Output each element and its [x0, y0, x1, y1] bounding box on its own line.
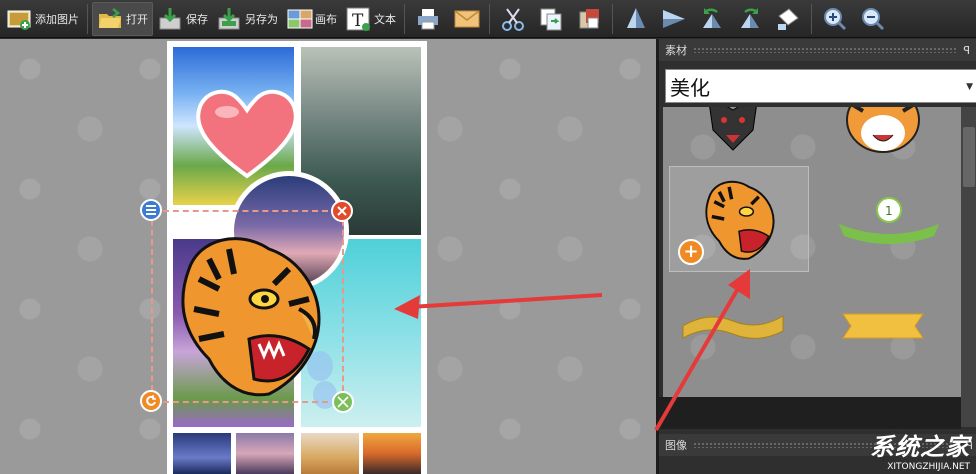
scissors-icon [500, 6, 526, 32]
folder-open-icon [97, 6, 123, 32]
tiger-face-sticker [846, 107, 920, 153]
zoom-in-button[interactable] [816, 2, 854, 36]
tiger-head-sticker[interactable] [169, 229, 329, 399]
main-toolbar: 添加图片 打开 保存 另存为 画布 T 文本 [0, 0, 976, 38]
paste-icon [576, 6, 602, 32]
banner-sticker [842, 313, 924, 339]
toolbar-divider [489, 3, 490, 34]
save-label: 保存 [186, 12, 208, 26]
toolbar-divider [811, 3, 812, 34]
transform-icon [775, 6, 801, 32]
toolbar-divider [404, 3, 405, 34]
heart-sticker[interactable] [195, 86, 300, 181]
sticker-green-ribbon[interactable]: 1 [819, 166, 959, 272]
save-as-button[interactable]: 另存为 [212, 2, 282, 36]
selection-border-top [153, 210, 328, 212]
photo-deer-field[interactable] [301, 433, 359, 474]
flip-horizontal-icon [661, 6, 687, 32]
text-icon: T [345, 6, 371, 32]
text-button[interactable]: T 文本 [341, 2, 400, 36]
photo-pier-sunset[interactable] [363, 433, 421, 474]
sticker-gold-ribbon[interactable] [663, 273, 803, 379]
watermark-url: XITONGZHIJIA.NET [887, 462, 970, 472]
transform-button[interactable] [769, 2, 807, 36]
rotate-right-button[interactable] [731, 2, 769, 36]
svg-text:1: 1 [885, 204, 893, 218]
photo-sunset-lake[interactable] [173, 433, 231, 474]
grip-dots [693, 47, 958, 53]
rotate-left-button[interactable] [693, 2, 731, 36]
flip-vertical-button[interactable] [617, 2, 655, 36]
add-image-button[interactable]: 添加图片 [2, 2, 83, 36]
editing-canvas[interactable] [0, 39, 656, 474]
print-button[interactable] [409, 2, 447, 36]
canvas-label: 画布 [315, 12, 337, 26]
open-button[interactable]: 打开 [92, 1, 153, 36]
sticker-yellow-banner[interactable] [813, 273, 953, 379]
copy-icon [538, 6, 564, 32]
copy-button[interactable] [532, 2, 570, 36]
scrollbar-thumb[interactable] [963, 127, 975, 187]
add-sticker-button[interactable]: + [678, 239, 704, 265]
materials-panel-title: 素材 [665, 44, 687, 57]
rotate-icon [146, 395, 156, 406]
selection-border-bottom [153, 401, 328, 403]
resize-handle[interactable] [332, 391, 354, 413]
ribbon-badge-sticker: 1 [839, 197, 939, 244]
resize-icon [337, 396, 349, 408]
add-image-label: 添加图片 [35, 12, 79, 26]
add-image-icon [6, 6, 32, 32]
wolf-head-sticker [709, 107, 757, 151]
gallery-scrollbar[interactable] [961, 107, 976, 427]
rotate-left-icon [699, 6, 725, 32]
flip-vertical-icon [623, 6, 649, 32]
delete-handle[interactable] [331, 200, 353, 222]
open-label: 打开 [126, 12, 148, 26]
images-panel-title: 图像 [665, 439, 687, 452]
photo-pink-mountain[interactable] [236, 433, 294, 474]
pin-icon[interactable]: ꟼ [963, 44, 970, 57]
sticker-tiger-selected[interactable]: + [669, 166, 809, 272]
canvas-button[interactable]: 画布 [282, 2, 341, 36]
text-label: 文本 [374, 12, 396, 26]
gallery-footer [659, 397, 961, 429]
rotate-handle[interactable] [140, 390, 162, 412]
gold-ribbon-sticker [682, 315, 784, 339]
zoom-out-icon [860, 6, 886, 32]
printer-icon [415, 6, 441, 32]
rotate-right-icon [737, 6, 763, 32]
save-icon [157, 6, 183, 32]
save-button[interactable]: 保存 [153, 2, 212, 36]
materials-panel: 素材 ꟼ 美化 ▼ + 1 图像 ꟼ [656, 39, 976, 474]
paste-button[interactable] [570, 2, 608, 36]
zoom-out-button[interactable] [854, 2, 892, 36]
flip-horizontal-button[interactable] [655, 2, 693, 36]
zoom-in-icon [822, 6, 848, 32]
site-watermark: 系统之家 XITONGZHIJIA.NET [870, 427, 970, 472]
collage-page[interactable] [151, 41, 427, 474]
cut-button[interactable] [494, 2, 532, 36]
category-dropdown[interactable]: 美化 ▼ [665, 69, 976, 103]
canvas-icon [286, 6, 313, 32]
toolbar-divider [612, 3, 613, 34]
save-as-icon [216, 6, 242, 32]
materials-panel-header: 素材 ꟼ [659, 39, 976, 61]
sticker-white-tiger[interactable] [813, 107, 953, 173]
close-icon [337, 206, 347, 216]
sticker-wolf[interactable] [663, 107, 803, 173]
watermark-title: 系统之家 [870, 433, 970, 461]
save-as-label: 另存为 [245, 12, 278, 26]
toolbar-divider [87, 3, 88, 34]
email-button[interactable] [447, 2, 485, 36]
envelope-icon [453, 6, 480, 32]
menu-icon [146, 205, 156, 215]
selection-border-right [342, 210, 344, 401]
layer-menu-handle[interactable] [140, 199, 162, 221]
selection-border-left [151, 210, 153, 401]
tiger-head-sticker [705, 180, 775, 260]
sticker-gallery[interactable]: + 1 [663, 107, 961, 397]
chevron-down-icon: ▼ [966, 82, 973, 92]
category-value: 美化 [670, 75, 710, 100]
